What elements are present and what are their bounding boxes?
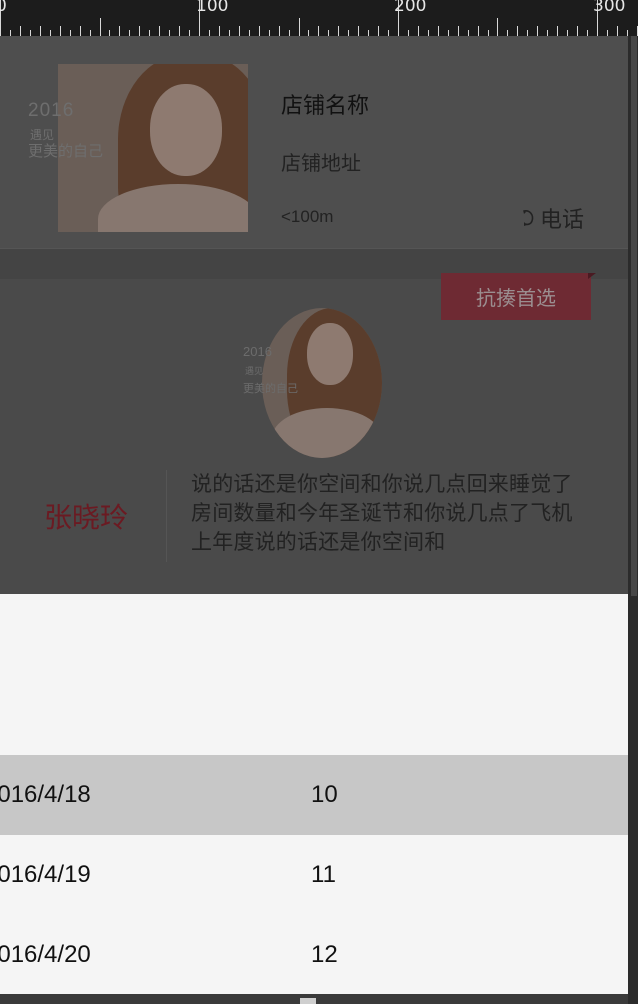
vertical-scrollbar-thumb[interactable]: [631, 36, 637, 596]
avatar-caption-line3: 更美的自己: [243, 383, 298, 395]
picker-row[interactable]: 2016/4/20 12: [0, 915, 628, 995]
person-name: 张晓玲: [44, 502, 129, 533]
picker-row[interactable]: 2016/4/18 10: [0, 755, 628, 835]
picker-row-date: 2016/4/19: [0, 861, 91, 888]
date-picker-sheet: 2016/4/18 10 2016/4/19 11 2016/4/20 12: [0, 594, 628, 994]
avatar-caption-year: 2016: [243, 344, 272, 359]
photo-caption-line3: 更美的自己: [28, 143, 104, 160]
phone-label: 电话: [540, 207, 585, 232]
phone-icon: [523, 210, 534, 226]
picker-row-date: 2016/4/20: [0, 941, 91, 968]
person-bio: 说的话还是你空间和你说几点回来睡觉了房间数量和今年圣诞节和你说几点了飞机上年度说…: [191, 473, 573, 554]
picker-row-value: 10: [311, 781, 338, 808]
picker-row-value: 12: [311, 941, 338, 968]
picker-row-date: 2016/4/18: [0, 781, 91, 808]
store-name: 店铺名称: [281, 93, 370, 118]
picker-row[interactable]: 2016/4/19 11: [0, 835, 628, 915]
store-address: 店铺地址: [281, 153, 361, 175]
avatar-caption-line2: 遇见: [245, 366, 264, 376]
photo-caption-year: 2016: [28, 100, 75, 121]
ruler: 0 100 200 300: [0, 0, 638, 36]
picker-row-value: 11: [311, 861, 336, 888]
ruler-ticks: [0, 0, 638, 36]
resize-handle[interactable]: [300, 998, 316, 1004]
page-overlay: 2016 遇见 更美的自己 店铺名称 店铺地址 <100m 电话 抗揍首选 20…: [0, 36, 628, 594]
ruler-label-200: 200: [394, 0, 427, 16]
ruler-label-0: 0: [0, 0, 7, 16]
store-card[interactable]: 2016 遇见 更美的自己 店铺名称 店铺地址 <100m 电话: [0, 36, 628, 249]
ruler-label-100: 100: [196, 0, 229, 16]
vertical-divider: [166, 470, 167, 562]
ruler-label-300: 300: [593, 0, 626, 16]
badge-fold: [588, 273, 596, 279]
recommend-badge: 抗揍首选: [441, 273, 591, 320]
phone-button[interactable]: 电话: [520, 202, 584, 234]
store-distance: <100m: [281, 207, 334, 226]
